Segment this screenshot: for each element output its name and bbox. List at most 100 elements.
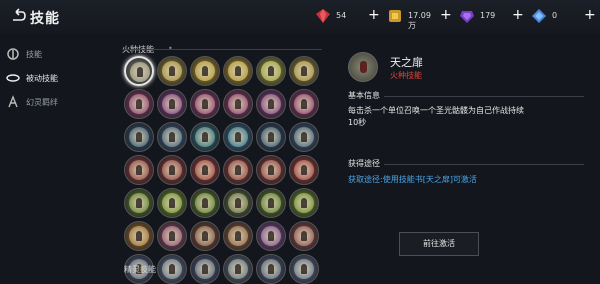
skill-icon[interactable] <box>157 221 187 251</box>
skill-figure <box>301 264 307 274</box>
skill-icon[interactable] <box>124 122 154 152</box>
skill-icon[interactable] <box>289 188 319 218</box>
sidebar-item-passive-skills[interactable]: 被动技能 <box>6 69 106 89</box>
skill-icon[interactable] <box>190 221 220 251</box>
skill-name: 天之扉 <box>390 56 423 69</box>
swirl-icon <box>6 74 20 82</box>
skill-figure <box>202 165 208 175</box>
skill-icon[interactable] <box>256 254 286 284</box>
skill-icon[interactable] <box>289 56 319 86</box>
skill-icon[interactable] <box>157 122 187 152</box>
skill-icon[interactable] <box>124 89 154 119</box>
skill-icon[interactable] <box>289 89 319 119</box>
skill-figure <box>169 264 175 274</box>
skill-icon[interactable] <box>124 155 154 185</box>
phantom-icon <box>8 95 18 108</box>
skill-icon[interactable] <box>223 221 253 251</box>
gold-ingot-icon <box>389 10 401 22</box>
skill-figure <box>202 231 208 241</box>
sidebar-item-label: 被动技能 <box>26 74 58 83</box>
skill-icon[interactable] <box>190 122 220 152</box>
add-gold-button[interactable]: + <box>440 7 452 24</box>
skill-figure <box>169 99 175 109</box>
skill-figure <box>169 198 175 208</box>
resource-value: 179 <box>480 11 496 20</box>
obtain-link[interactable]: 获取途径:使用技能书[天之扉]可激活 <box>348 174 477 185</box>
section-divider <box>122 49 322 50</box>
skill-icon[interactable] <box>289 122 319 152</box>
skill-figure <box>202 66 208 76</box>
skill-figure <box>136 99 142 109</box>
diamond-gem-icon <box>532 9 546 23</box>
skill-figure <box>301 66 307 76</box>
skill-icon[interactable] <box>223 155 253 185</box>
skill-icon[interactable] <box>256 122 286 152</box>
skill-icon[interactable] <box>256 89 286 119</box>
skill-icon[interactable] <box>256 188 286 218</box>
skill-icon[interactable] <box>256 56 286 86</box>
resource-value: 17.09万 <box>408 11 431 30</box>
skill-figure <box>136 132 142 142</box>
skill-icon[interactable] <box>157 188 187 218</box>
skill-figure <box>136 231 142 241</box>
add-diamond-button[interactable]: + <box>584 7 596 24</box>
skill-figure <box>301 165 307 175</box>
skill-icon[interactable] <box>157 89 187 119</box>
skill-icon[interactable] <box>190 254 220 284</box>
skill-icon[interactable] <box>289 254 319 284</box>
skill-icon[interactable] <box>223 188 253 218</box>
sidebar-item-skills[interactable]: 技能 <box>6 45 106 65</box>
skill-figure <box>137 67 143 77</box>
sanctuary-skill-icon <box>348 52 378 82</box>
skill-figure <box>268 66 274 76</box>
activate-button[interactable]: 前往激活 <box>399 232 479 256</box>
amethyst-gem-icon <box>460 11 474 23</box>
skill-description-line2: 10秒 <box>348 118 367 127</box>
skill-description-line1: 每击杀一个单位召唤一个圣光骷髅为自己作战持续 <box>348 106 524 115</box>
top-bar: 技能 54 + 17.09万 + 179 + 0 + <box>0 0 600 34</box>
skill-icon[interactable] <box>289 221 319 251</box>
skill-figure <box>235 99 241 109</box>
skill-icon[interactable] <box>256 221 286 251</box>
basic-info-divider <box>384 96 584 97</box>
skill-figure <box>268 165 274 175</box>
skill-figure <box>235 264 241 274</box>
skill-figure <box>169 132 175 142</box>
skill-icon[interactable] <box>157 254 187 284</box>
skill-icon[interactable] <box>157 56 187 86</box>
skill-icon[interactable] <box>223 254 253 284</box>
skill-figure <box>235 66 241 76</box>
skill-figure <box>268 132 274 142</box>
skill-figure <box>169 231 175 241</box>
skill-figure <box>169 165 175 175</box>
skill-icon[interactable] <box>190 155 220 185</box>
sidebar-item-phantom-bonds[interactable]: 幻灵羁绊 <box>6 93 106 113</box>
sidebar-item-label: 技能 <box>26 50 42 59</box>
skill-icon[interactable] <box>190 56 220 86</box>
skill-figure <box>301 231 307 241</box>
ruby-gem-icon <box>316 9 330 23</box>
skill-icon[interactable] <box>223 56 253 86</box>
skill-icon[interactable] <box>190 89 220 119</box>
back-arrow-icon[interactable] <box>10 8 26 24</box>
skill-figure <box>268 264 274 274</box>
sidebar-item-label: 幻灵羁绊 <box>26 98 58 107</box>
skill-icon[interactable] <box>223 122 253 152</box>
skill-icon[interactable] <box>157 155 187 185</box>
skill-icon[interactable] <box>124 188 154 218</box>
skill-icon[interactable] <box>256 155 286 185</box>
add-amethyst-button[interactable]: + <box>512 7 524 24</box>
skill-figure <box>202 99 208 109</box>
resource-value: 0 <box>552 11 558 20</box>
skill-icon[interactable] <box>124 56 154 86</box>
skill-figure <box>301 132 307 142</box>
add-ruby-button[interactable]: + <box>368 7 380 24</box>
obtain-label: 获得途径 <box>348 159 380 168</box>
ring-icon <box>7 48 19 60</box>
skill-icon[interactable] <box>190 188 220 218</box>
skill-icon[interactable] <box>223 89 253 119</box>
skill-icon[interactable] <box>124 221 154 251</box>
skill-icon[interactable] <box>289 155 319 185</box>
basic-info-label: 基本信息 <box>348 91 380 100</box>
skill-figure <box>360 61 367 73</box>
